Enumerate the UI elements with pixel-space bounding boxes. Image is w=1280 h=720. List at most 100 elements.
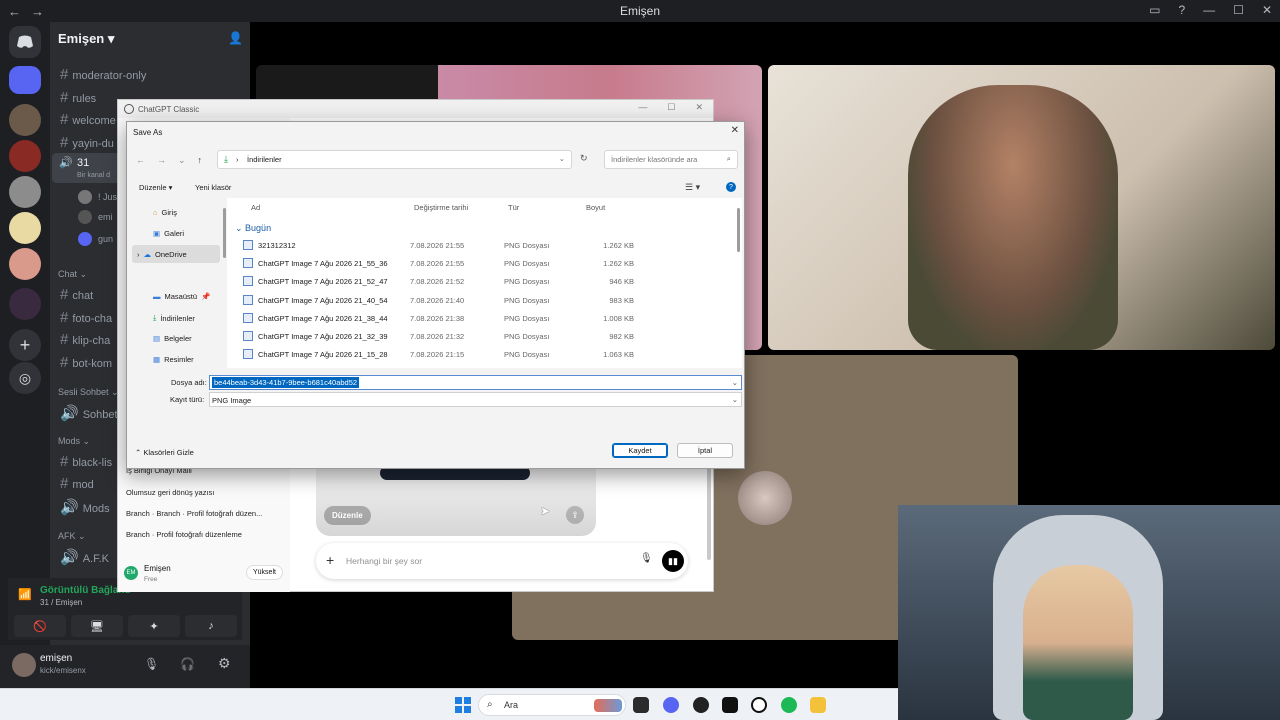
plus-icon[interactable]: + [326,552,334,568]
channel-black-list[interactable]: # black-lis [60,453,112,470]
file-row[interactable]: 321312312 7.08.2026 21:55 PNG Dosyası 1.262… [227,236,737,254]
avatar[interactable]: EM [124,566,138,580]
filename-input[interactable]: be44beab-3d43-41b7-9bee-b681c40abd52 ⌄ [209,375,742,390]
chatgpt-icon[interactable] [751,697,767,713]
view-icon[interactable]: ☰ ▾ [685,182,700,193]
history-item[interactable]: Branch · Profil fotoğrafı düzenleme [126,530,242,539]
edit-button[interactable]: Düzenle [324,506,371,525]
forward-icon[interactable]: → [157,155,166,166]
category-afk[interactable]: AFK ⌄ [58,531,86,542]
hide-folders-toggle[interactable]: ⌃ Klasörleri Gizle [135,448,194,457]
nav-desktop[interactable]: ▬ Masaüstü 📌 [153,292,210,301]
server-avatar[interactable] [9,104,41,136]
discord-icon[interactable] [663,697,679,713]
category-sesli[interactable]: Sesli Sohbet ⌄ [58,387,119,398]
discord-home-icon[interactable] [9,26,41,58]
category-mods[interactable]: Mods ⌄ [58,436,90,447]
voice-user[interactable]: gun [98,234,113,244]
voice-user[interactable]: emi [98,212,113,222]
filetype-select[interactable]: PNG Image ⌄ [209,392,742,407]
history-item[interactable]: Olumsuz geri dönüş yazısı [126,488,214,497]
nav-scrollbar[interactable] [223,208,226,258]
close-icon[interactable]: ✕ [695,102,703,113]
file-row[interactable]: ChatGPT Image 7 Ağu 2026 21_55_36 7.08.20… [227,254,737,272]
maximize-icon[interactable]: ☐ [1233,3,1244,17]
nav-documents[interactable]: ▤ Belgeler [153,334,192,343]
maximize-icon[interactable]: ☐ [667,102,675,113]
dropdown-icon[interactable]: ⌄ [732,378,738,387]
app-icon[interactable] [693,697,709,713]
camera-off-button[interactable]: 🚫 [14,615,66,637]
nav-gallery[interactable]: ▣ Galeri [153,229,184,238]
avatar[interactable] [12,653,36,677]
spotify-icon[interactable] [781,697,797,713]
help-icon[interactable]: ? [1178,3,1185,17]
file-explorer-icon[interactable] [810,697,826,713]
channel-klip[interactable]: # klip-cha [60,331,110,348]
soundboard-button[interactable]: ♪ [185,615,237,637]
discover-icon[interactable]: ◎ [9,362,41,394]
scrollbar[interactable] [707,460,711,560]
back-icon[interactable]: ← [136,155,145,166]
file-row[interactable]: ChatGPT Image 7 Ağu 2026 21_38_44 7.08.20… [227,309,737,327]
prompt-input[interactable]: Herhangi bir şey sor [346,556,422,566]
up-icon[interactable]: ↑ [198,155,203,166]
add-member-icon[interactable]: 👤 [228,31,243,45]
column-type[interactable]: Tür [508,203,519,212]
voice-mode-icon[interactable]: ▮▮ [662,550,684,572]
category-chat[interactable]: Chat ⌄ [58,269,87,280]
channel-mods[interactable]: 🔊 Mods [60,498,110,516]
mic-icon[interactable]: 🎙 [144,657,159,671]
taskbar-search[interactable]: ⌕ Ara [478,694,626,716]
new-folder-button[interactable]: Yeni klasör [195,183,231,192]
file-row[interactable]: ChatGPT Image 7 Ağu 2026 21_15_28 7.08.20… [227,345,737,363]
channel-welcome[interactable]: # welcome [60,111,116,128]
server-avatar[interactable] [9,288,41,320]
mic-icon[interactable]: 🎙 [640,553,653,564]
close-icon[interactable]: ✕ [731,125,739,136]
channel-afk[interactable]: 🔊 A.F.K [60,548,109,566]
video-tile[interactable] [768,65,1275,350]
server-avatar[interactable] [9,176,41,208]
file-row[interactable]: ChatGPT Image 7 Ağu 2026 21_40_54 7.08.20… [227,291,737,309]
obs-icon[interactable] [722,697,738,713]
file-row[interactable]: ChatGPT Image 7 Ağu 2026 21_32_39 7.08.20… [227,327,737,345]
nav-downloads[interactable]: ⤓ İndirilenler [153,313,195,323]
screen-share-button[interactable]: 🖥 [71,615,123,637]
channel-yayin[interactable]: # yayin-du [60,134,114,151]
organize-menu[interactable]: Düzenle ▾ [139,183,172,192]
channel-moderator-only[interactable]: # moderator-only [60,66,146,83]
active-voice-channel[interactable]: 🔊 31 Bir kanal d [52,153,122,183]
dropdown-icon[interactable]: ⌄ [559,154,565,163]
channel-chat[interactable]: # chat [60,286,93,303]
column-date[interactable]: Değiştirme tarihi [414,203,468,212]
help-icon[interactable]: ? [726,182,736,192]
nav-pictures[interactable]: ▦ Resimler [153,355,194,364]
prompt-box[interactable]: + Herhangi bir şey sor 🎙 ▮▮ [316,543,688,579]
add-server-icon[interactable]: + [9,329,41,361]
column-name[interactable]: Ad [251,203,260,212]
channel-bot[interactable]: # bot-kom [60,354,112,371]
group-header[interactable]: ⌄ Bugün [235,223,271,234]
column-size[interactable]: Boyut [586,203,605,212]
share-icon[interactable]: ⇪ [566,506,584,524]
close-icon[interactable]: ✕ [1262,3,1272,17]
channel-rules[interactable]: # rules [60,89,96,106]
dm-icon[interactable] [9,66,41,94]
nav-onedrive[interactable]: › ☁ OneDrive [137,250,187,259]
nav-home[interactable]: ⌂ Giriş [153,208,177,217]
file-scrollbar[interactable] [737,208,740,252]
save-button[interactable]: Kaydet [612,443,668,458]
server-avatar[interactable] [9,140,41,172]
task-view-icon[interactable] [633,697,649,713]
settings-icon[interactable]: ⚙ [218,655,231,672]
inbox-icon[interactable]: ▭ [1149,3,1160,17]
cancel-button[interactable]: İptal [677,443,733,458]
minimize-icon[interactable]: — [1203,3,1215,17]
upgrade-button[interactable]: Yükselt [246,565,283,580]
start-button[interactable] [455,697,471,713]
history-item[interactable]: Branch · Branch · Profil fotoğrafı düzen… [126,509,262,518]
headphones-icon[interactable]: 🎧 [180,657,195,671]
search-input[interactable]: İndirilenler klasöründe ara ⌕ [604,150,738,169]
channel-mod[interactable]: # mod [60,475,94,492]
